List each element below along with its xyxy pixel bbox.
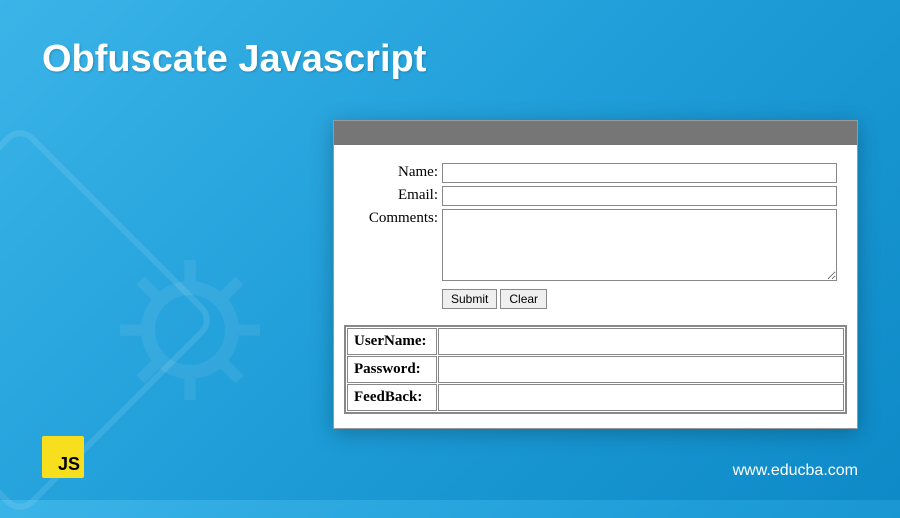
table-row: Password:	[347, 356, 844, 383]
username-label: UserName:	[347, 328, 437, 355]
comments-textarea[interactable]	[442, 209, 837, 281]
table-row: UserName:	[347, 328, 844, 355]
clear-button[interactable]: Clear	[500, 289, 547, 309]
submit-button[interactable]: Submit	[442, 289, 497, 309]
username-value	[438, 328, 844, 355]
gear-icon	[120, 260, 260, 400]
name-label: Name:	[354, 163, 442, 183]
panel-header-bar	[334, 121, 857, 145]
js-logo-icon: JS	[42, 436, 84, 478]
feedback-value	[438, 384, 844, 411]
comments-row: Comments:	[354, 209, 837, 281]
output-table: UserName: Password: FeedBack:	[344, 325, 847, 414]
page-title: Obfuscate Javascript	[42, 38, 426, 81]
form-panel: Name: Email: Comments: Submit Clear User…	[333, 120, 858, 429]
website-url: www.educba.com	[733, 462, 858, 480]
button-row: Submit Clear	[442, 289, 837, 319]
email-label: Email:	[354, 186, 442, 206]
js-logo-text: JS	[58, 454, 80, 475]
form-area: Name: Email: Comments: Submit Clear	[334, 145, 857, 325]
table-row: FeedBack:	[347, 384, 844, 411]
email-row: Email:	[354, 186, 837, 206]
name-input[interactable]	[442, 163, 837, 183]
name-row: Name:	[354, 163, 837, 183]
feedback-label: FeedBack:	[347, 384, 437, 411]
email-input[interactable]	[442, 186, 837, 206]
password-value	[438, 356, 844, 383]
password-label: Password:	[347, 356, 437, 383]
comments-label: Comments:	[354, 209, 442, 281]
